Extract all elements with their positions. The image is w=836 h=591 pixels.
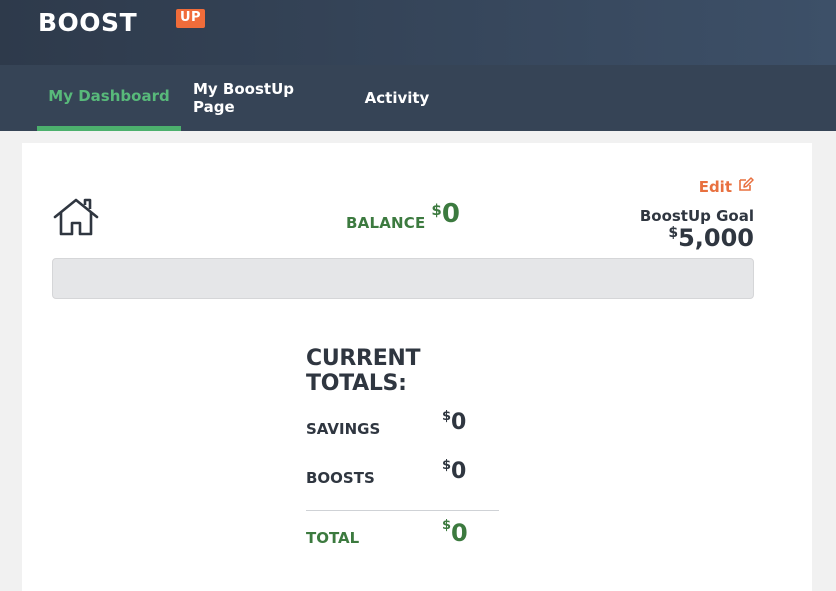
goal-label: BoostUp Goal	[639, 207, 754, 225]
logo-text: BOOST	[38, 8, 138, 37]
totals-row-savings: SAVINGS $0	[306, 409, 499, 459]
savings-label: SAVINGS	[306, 420, 381, 438]
savings-amount: 0	[451, 410, 467, 435]
tab-label: My BoostUp Page	[193, 80, 294, 116]
totals-divider	[306, 510, 499, 511]
boostup-logo[interactable]: BOOST UP	[38, 8, 206, 37]
edit-icon	[738, 177, 754, 196]
goal-currency: $	[668, 225, 679, 241]
boostup-goal: BoostUp Goal $5,000	[640, 207, 754, 251]
current-totals: CURRENT TOTALS: SAVINGS $0 BOOSTS $0 TOT…	[306, 346, 499, 568]
goal-value: 5,000	[678, 224, 754, 252]
tab-my-boostup-page[interactable]: My BoostUp Page	[193, 65, 337, 131]
home-icon	[52, 197, 100, 241]
totals-title: CURRENT TOTALS:	[306, 346, 421, 396]
boosts-value: $0	[442, 458, 467, 484]
boosts-label: BOOSTS	[306, 469, 375, 487]
goal-amount: $5,000	[640, 225, 754, 251]
balance-currency: $	[431, 201, 442, 219]
totals-row-boosts: BOOSTS $0	[306, 458, 499, 508]
edit-label: Edit	[698, 177, 732, 196]
boosts-amount: 0	[451, 459, 467, 484]
balance-display: BALANCE $0	[346, 201, 460, 232]
goal-progress-bar	[52, 258, 754, 299]
total-amount: 0	[451, 519, 468, 547]
tab-label: My Dashboard	[48, 86, 170, 105]
total-label: TOTAL	[306, 529, 360, 547]
edit-goal-link[interactable]: Edit	[699, 177, 754, 196]
app-header: BOOST UP	[0, 0, 836, 65]
boosts-currency: $	[442, 458, 452, 473]
total-value: $0	[442, 518, 468, 547]
tab-label: Activity	[364, 89, 430, 107]
balance-value: 0	[441, 199, 460, 229]
balance-label: BALANCE	[346, 214, 426, 232]
total-currency: $	[442, 518, 452, 533]
savings-value: $0	[442, 409, 467, 435]
tab-activity[interactable]: Activity	[357, 65, 437, 131]
tab-my-dashboard[interactable]: My Dashboard	[37, 65, 181, 131]
dashboard-card: Edit BALANCE $0 BoostUp Goal $5,000 CURR…	[22, 143, 812, 591]
totals-row-total: TOTAL $0	[306, 518, 499, 568]
logo-badge: UP	[176, 9, 206, 29]
savings-currency: $	[442, 409, 452, 424]
main-nav: My Dashboard My BoostUp Page Activity	[0, 65, 836, 131]
balance-amount: $0	[431, 201, 460, 227]
